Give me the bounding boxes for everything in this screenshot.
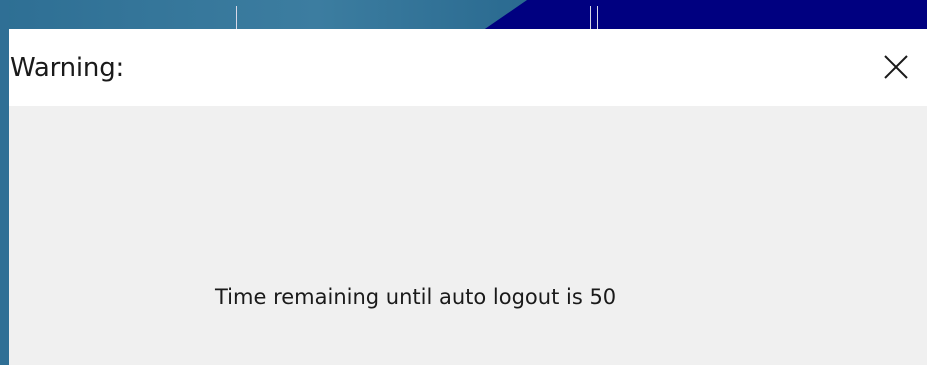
dialog-title: Warning: [10, 53, 125, 83]
background-app-edge [0, 0, 9, 365]
close-icon [884, 55, 908, 79]
background-column-divider [597, 6, 598, 29]
background-app-header [0, 0, 927, 29]
logout-countdown-message: Time remaining until auto logout is 50 [215, 285, 617, 309]
close-button[interactable] [873, 48, 919, 88]
dialog-body: Time remaining until auto logout is 50 [9, 106, 927, 365]
warning-dialog: Warning: Time remaining until auto logou… [9, 29, 927, 365]
background-column-divider [236, 6, 237, 29]
background-app-accent [0, 0, 527, 29]
background-column-divider [590, 6, 591, 29]
dialog-titlebar[interactable]: Warning: [9, 29, 927, 106]
